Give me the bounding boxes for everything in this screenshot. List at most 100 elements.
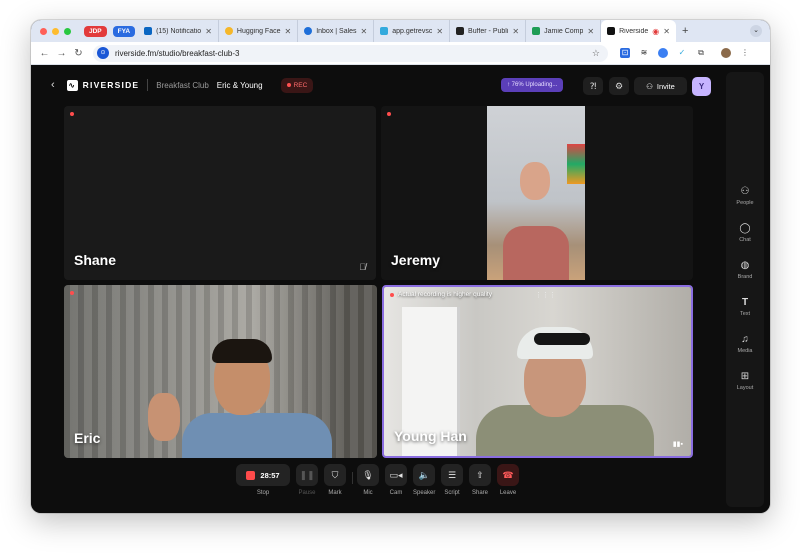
tab-getrevscale[interactable]: app.getrevsc ✕ [374, 20, 451, 42]
riverside-logo[interactable]: ∿ RIVERSIDE [66, 79, 140, 91]
new-tab-button[interactable]: + [682, 25, 688, 37]
participant-name: Young Han [394, 428, 467, 444]
cam-control[interactable]: ▭◂ Cam [385, 464, 407, 496]
back-arrow-icon[interactable]: ← [36, 48, 53, 59]
profile-avatar[interactable] [721, 48, 731, 58]
url-field[interactable]: ⊙ riverside.fm/studio/breakfast-club-3 ☆ [93, 44, 608, 62]
participant-tile-jeremy[interactable]: Jeremy [381, 106, 693, 280]
tab-buffer[interactable]: Buffer - Publi ✕ [450, 20, 527, 42]
invite-button[interactable]: ⚇ Invite [634, 77, 687, 95]
tab-riverside[interactable]: Riverside ◉ ✕ [601, 20, 676, 42]
participant-tile-shane[interactable]: Shane 🎙̸ [64, 106, 376, 280]
puzzle-icon[interactable]: ⧉ [696, 48, 706, 58]
leave-label: Leave [499, 490, 517, 496]
add-person-icon: ⚇ [646, 81, 653, 91]
sidebar-item-media[interactable]: ♫ Media [726, 334, 764, 354]
maximize-window-button[interactable] [64, 27, 71, 35]
bookmark-star-icon[interactable]: ☆ [592, 48, 600, 59]
tab-hugging-face[interactable]: Hugging Face ✕ [219, 20, 299, 42]
sidebar-label: Text [739, 311, 751, 317]
site-info-icon[interactable]: ⊙ [97, 47, 109, 59]
music-icon: ♫ [741, 334, 749, 345]
mic-control[interactable]: 🎙 Mic [357, 464, 379, 496]
sidebar-label: Media [737, 348, 753, 354]
share-screen-icon[interactable]: ⇧ [469, 464, 491, 486]
speaker-control[interactable]: 🔈 Speaker [413, 464, 435, 496]
script-icon[interactable]: ☰ [441, 464, 463, 486]
check-icon [380, 27, 389, 35]
riverside-icon [607, 27, 616, 35]
feedback-icon[interactable]: ⁈ [583, 77, 603, 95]
tab-group-fya[interactable]: FYA [110, 20, 138, 42]
speaker-icon[interactable]: 🔈 [413, 464, 436, 486]
stop-control[interactable]: 28:57 Stop [236, 464, 290, 496]
close-tab-icon[interactable]: ✕ [285, 27, 292, 36]
sidebar-item-brand[interactable]: ◍ Brand [726, 260, 764, 280]
leave-control[interactable]: ☎ Leave [497, 464, 519, 496]
participant-tile-eric[interactable]: Eric [64, 285, 377, 458]
share-control[interactable]: ⇧ Share [469, 464, 491, 496]
close-window-button[interactable] [40, 27, 47, 35]
sidebar-label: People [736, 200, 754, 206]
extension-icon[interactable] [658, 48, 668, 58]
stop-label: Stop [256, 490, 270, 496]
recording-dot-icon [387, 112, 391, 116]
tab-inbox[interactable]: Inbox | Sales ✕ [298, 20, 375, 42]
sunglasses [534, 333, 590, 345]
tab-jamie-comp[interactable]: Jamie Comp ✕ [526, 20, 602, 42]
video-feed-eric [64, 285, 377, 458]
rec-dot-icon [286, 83, 291, 87]
tab-group-label: JDP [84, 25, 107, 37]
divider [352, 472, 353, 484]
close-tab-icon[interactable]: ✕ [205, 27, 212, 36]
buffer-extension-icon[interactable]: ≋ [639, 48, 649, 58]
person-shirt [503, 226, 569, 280]
mic-off-icon: 🎙̸ [359, 262, 366, 272]
close-tab-icon[interactable]: ✕ [361, 27, 368, 36]
hugging-face-icon [224, 27, 233, 35]
browser-menu-icon[interactable]: ⋮ [740, 48, 750, 58]
upload-status-badge[interactable]: ↑ 76% Uploading... [501, 78, 564, 92]
reload-icon[interactable]: ↻ [70, 48, 87, 59]
sidebar-item-text[interactable]: T Text [726, 297, 764, 317]
extension-icon[interactable]: ⊡ [620, 48, 630, 58]
close-tab-icon[interactable]: ✕ [436, 27, 443, 36]
mark-control[interactable]: ⛉ Mark [324, 464, 346, 496]
tab-group-label: FYA [112, 25, 136, 37]
peace-sign-hand [148, 393, 180, 441]
close-tab-icon[interactable]: ✕ [512, 27, 519, 36]
check-extension-icon[interactable]: ✓ [677, 48, 687, 58]
extensions: ⊡ ≋ ✓ ⧉ ⋮ [620, 48, 750, 58]
close-tab-icon[interactable]: ✕ [663, 27, 670, 36]
participant-tile-young[interactable]: Actual recording is higher quality ⋮⋮⋮ Y… [382, 285, 693, 458]
drag-handle-icon[interactable]: ⋮⋮⋮ [535, 291, 556, 299]
chat-icon: ◯ [739, 223, 751, 234]
settings-gear-icon[interactable]: ⚙ [609, 77, 629, 95]
sidebar-item-layout[interactable]: ⊞ Layout [726, 371, 764, 391]
sidebar-item-people[interactable]: ⚇ People [726, 186, 764, 206]
close-tab-icon[interactable]: ✕ [587, 27, 594, 36]
tab-title: Hugging Face [236, 27, 281, 35]
pause-icon[interactable]: ❚❚ [296, 464, 318, 486]
back-chevron-icon[interactable]: ‹ [51, 79, 55, 91]
sidebar-item-chat[interactable]: ◯ Chat [726, 223, 764, 243]
script-control[interactable]: ☰ Script [441, 464, 463, 496]
pause-control[interactable]: ❚❚ Pause [296, 464, 318, 496]
forward-arrow-icon[interactable]: → [53, 48, 70, 59]
user-avatar[interactable]: Y [692, 77, 711, 96]
minimize-window-button[interactable] [52, 27, 59, 35]
tab-linkedin[interactable]: (15) Notificatio ✕ [138, 20, 219, 42]
microphone-icon[interactable]: 🎙 [357, 464, 379, 486]
tab-search-button[interactable]: ⌄ [750, 25, 762, 37]
shield-mark-icon[interactable]: ⛉ [324, 464, 346, 486]
tab-strip: JDP FYA (15) Notificatio ✕ Hugging Face … [31, 20, 770, 42]
tab-title: Riverside [619, 27, 649, 35]
recording-timer: 28:57 [260, 470, 280, 480]
participant-name: Eric [74, 430, 101, 446]
rec-badge: REC [280, 77, 314, 93]
tab-group-jdp[interactable]: JDP [81, 20, 110, 42]
stop-button[interactable]: 28:57 [236, 464, 290, 486]
hang-up-icon[interactable]: ☎ [497, 464, 519, 486]
camera-icon[interactable]: ▭◂ [385, 464, 407, 486]
tab-title: Buffer - Publi [468, 27, 509, 35]
